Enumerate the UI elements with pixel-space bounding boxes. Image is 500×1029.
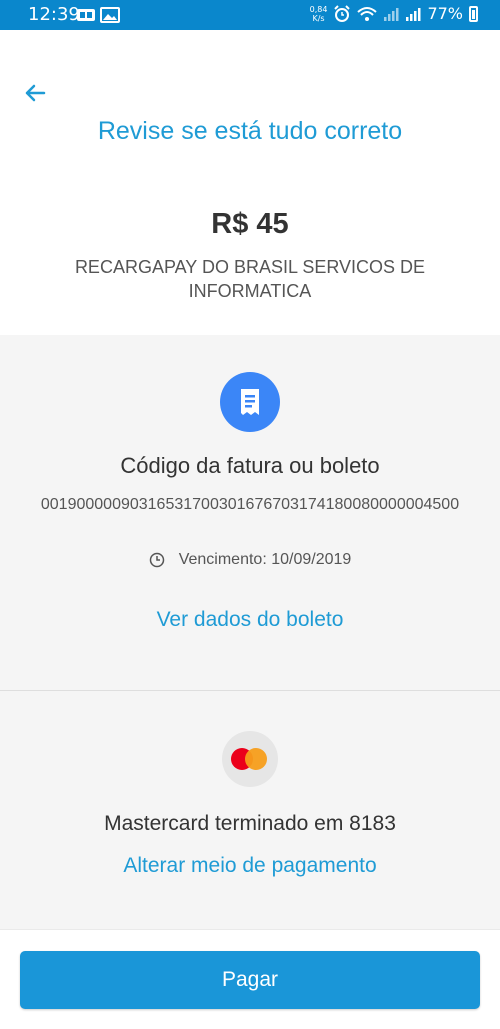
view-bill-details-link[interactable]: Ver dados do boleto: [0, 608, 500, 632]
signal-icon: [384, 7, 399, 21]
change-payment-method-link[interactable]: Alterar meio de pagamento: [0, 854, 500, 878]
page-title: Revise se está tudo correto: [97, 117, 403, 145]
bill-section: Código da fatura ou boleto 0019000009031…: [0, 335, 500, 691]
status-time: 12:39: [28, 4, 80, 25]
app-notification-icon: [77, 9, 95, 21]
receipt-icon: [220, 372, 280, 432]
clock-icon: [149, 552, 164, 568]
battery-icon: [469, 5, 478, 22]
card-label: Mastercard terminado em 8183: [104, 812, 396, 835]
bill-code-title: Código da fatura ou boleto: [120, 453, 380, 478]
payment-amount: R$ 45: [211, 208, 289, 240]
battery-percent: 77%: [427, 4, 463, 23]
signal-icon-2: [406, 7, 421, 21]
bill-code: 0019000009031653170030167670317418008000…: [40, 496, 460, 513]
status-right: 0,84 K/s 77%: [310, 4, 478, 23]
due-date: Vencimento: 10/09/2019: [178, 551, 352, 568]
mastercard-icon: [222, 731, 278, 787]
alarm-icon: [334, 4, 351, 22]
merchant-name: RECARGAPAY DO BRASIL SERVICOS DE INFORMA…: [74, 257, 426, 301]
wifi-icon: [357, 6, 378, 21]
network-speed: 0,84 K/s: [309, 4, 328, 23]
footer: Pagar: [0, 929, 500, 1029]
back-arrow-icon[interactable]: [20, 78, 50, 108]
pay-button[interactable]: Pagar: [20, 951, 480, 1009]
review-header: Revise se está tudo correto R$ 45 RECARG…: [0, 30, 500, 335]
status-bar: 12:39 0,84 K/s 77%: [0, 0, 500, 30]
image-notification-icon: [100, 7, 120, 23]
payment-method-section: Mastercard terminado em 8183 Alterar mei…: [0, 691, 500, 929]
due-date-row: Vencimento: 10/09/2019: [0, 551, 500, 569]
